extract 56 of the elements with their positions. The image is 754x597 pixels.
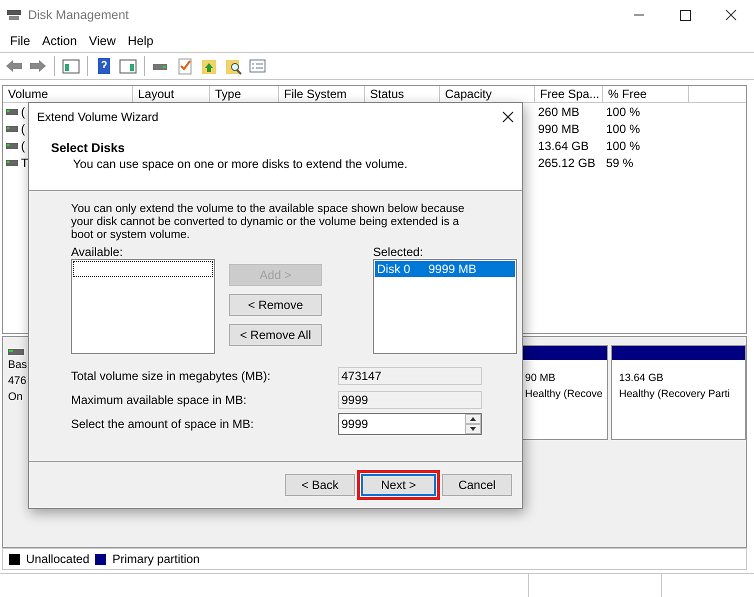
table-cell: 100 % <box>606 122 640 136</box>
table-cell: ( <box>21 138 25 152</box>
field-label: Total volume size in megabytes (MB): <box>71 369 272 383</box>
readonly-field: 9999 <box>338 391 482 409</box>
menu-item[interactable]: View <box>82 34 122 48</box>
window-title: Disk Management <box>28 8 129 22</box>
menu-item[interactable]: Action <box>36 34 83 48</box>
table-cell: ( <box>21 104 25 118</box>
dialog-subtitle: You can use space on one or more disks to extend the volume. <box>72 157 408 171</box>
next-button[interactable]: Next > <box>361 474 436 496</box>
menu-item[interactable]: File <box>4 34 36 48</box>
drive-icon <box>6 126 18 132</box>
table-cell: 260 MB <box>538 104 580 118</box>
partition-status: Healthy (Recove <box>525 387 604 402</box>
partition-block[interactable]: 13.64 GB Healthy (Recovery Parti <box>611 345 746 440</box>
list-label: Available: <box>71 245 124 259</box>
legend-label: Primary partition <box>112 552 200 566</box>
table-cell: ( <box>21 122 25 136</box>
table-cell: 100 % <box>606 138 640 152</box>
wizard-button[interactable]: Cancel <box>442 474 512 496</box>
info-text: You can only extend the volume to the available space shown below because your disk cannot be converted to dynamic or the volume being extended is a boot or system volume. <box>71 203 466 242</box>
list-label: Selected: <box>373 245 424 259</box>
field-label: Maximum available space in MB: <box>71 393 248 407</box>
table-cell: 13.64 GB <box>538 138 589 152</box>
readonly-field: 473147 <box>338 367 482 385</box>
column-header[interactable]: % Free <box>603 86 689 102</box>
drive-icon <box>6 160 18 166</box>
disk-label: 476 <box>8 374 26 389</box>
spin-field[interactable]: 9999 <box>338 413 482 435</box>
selected-list[interactable]: Disk 0 9999 MB <box>373 259 517 354</box>
field-label: Select the amount of space in MB: <box>71 417 255 431</box>
wizard-button[interactable]: < Back <box>285 474 355 496</box>
dialog-heading: Select Disks <box>51 141 126 155</box>
partition-size: 13.64 GB <box>619 371 664 386</box>
table-cell: 100 % <box>606 104 640 118</box>
spinner-icon[interactable] <box>465 414 481 434</box>
list-item[interactable]: Disk 0 9999 MB <box>375 261 515 277</box>
partition-status: Healthy (Recovery Parti <box>619 387 731 402</box>
move-button[interactable]: < Remove All <box>229 324 322 346</box>
legend-label: Unallocated <box>26 552 90 566</box>
column-header[interactable]: Free Spa... <box>535 86 603 102</box>
table-cell: 990 MB <box>538 122 580 136</box>
table-cell: T <box>21 156 28 170</box>
drive-icon <box>6 108 18 114</box>
app-icon <box>6 8 22 22</box>
disk-label: Bas <box>8 358 27 373</box>
drive-icon <box>8 349 24 355</box>
menu-item[interactable]: Help <box>122 34 160 48</box>
table-cell: 59 % <box>606 156 634 170</box>
dialog-title: Extend Volume Wizard <box>37 110 158 124</box>
drive-icon <box>6 142 18 148</box>
table-cell: 265.12 GB <box>538 156 596 170</box>
disk-label: On <box>8 390 23 405</box>
partition-size: 90 MB <box>525 371 556 386</box>
move-button[interactable]: < Remove <box>229 294 322 316</box>
available-list[interactable] <box>71 259 215 354</box>
